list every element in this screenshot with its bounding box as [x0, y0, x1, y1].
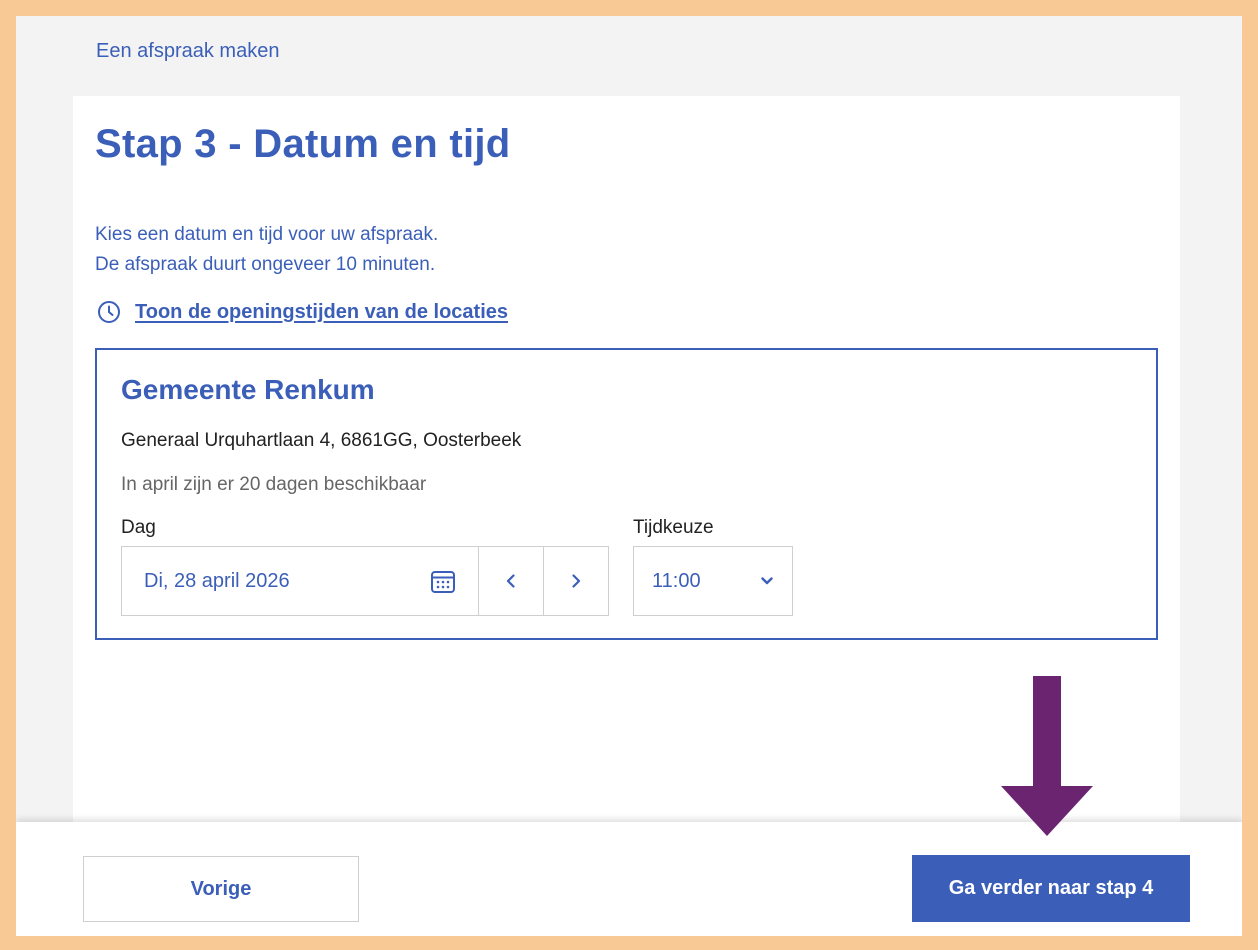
footer-bar: Vorige Ga verder naar stap 4: [16, 822, 1242, 936]
opening-hours-label: Toon de openingstijden van de locaties: [135, 300, 509, 323]
time-label: Tijdkeuze: [633, 517, 714, 538]
calendar-icon[interactable]: [430, 568, 456, 594]
previous-button[interactable]: Vorige: [83, 856, 359, 922]
time-select[interactable]: 11:00: [633, 546, 793, 616]
next-day-button[interactable]: [543, 546, 609, 616]
chevron-right-icon: [572, 574, 581, 588]
arrow-down-annotation-icon: [1001, 676, 1093, 836]
previous-day-button[interactable]: [478, 546, 544, 616]
page-frame: Een afspraak maken Stap 3 - Datum en tij…: [16, 16, 1242, 936]
time-value: 11:00: [652, 569, 701, 592]
chevron-left-icon: [506, 574, 515, 588]
location-name: Gemeente Renkum: [121, 374, 375, 405]
day-label: Dag: [121, 517, 156, 538]
page-title: Stap 3 - Datum en tijd: [95, 122, 511, 166]
location-address: Generaal Urquhartlaan 4, 6861GG, Oosterb…: [121, 430, 522, 451]
date-input[interactable]: Di, 28 april 2026: [121, 546, 479, 616]
clock-icon: [98, 301, 120, 323]
intro-line-1: Kies een datum en tijd voor uw afspraak.: [95, 224, 439, 245]
intro-line-2: De afspraak duurt ongeveer 10 minuten.: [95, 254, 436, 275]
location-card: Gemeente Renkum Generaal Urquhartlaan 4,…: [95, 348, 1158, 640]
continue-button[interactable]: Ga verder naar stap 4: [912, 855, 1190, 922]
breadcrumb[interactable]: Een afspraak maken: [96, 40, 279, 63]
date-value: Di, 28 april 2026: [144, 569, 290, 592]
location-availability: In april zijn er 20 dagen beschikbaar: [121, 474, 427, 495]
chevron-down-icon: [761, 577, 773, 585]
opening-hours-link[interactable]: Toon de openingstijden van de locaties: [97, 300, 508, 324]
intro-text: Kies een datum en tijd voor uw afspraak.…: [95, 220, 438, 280]
